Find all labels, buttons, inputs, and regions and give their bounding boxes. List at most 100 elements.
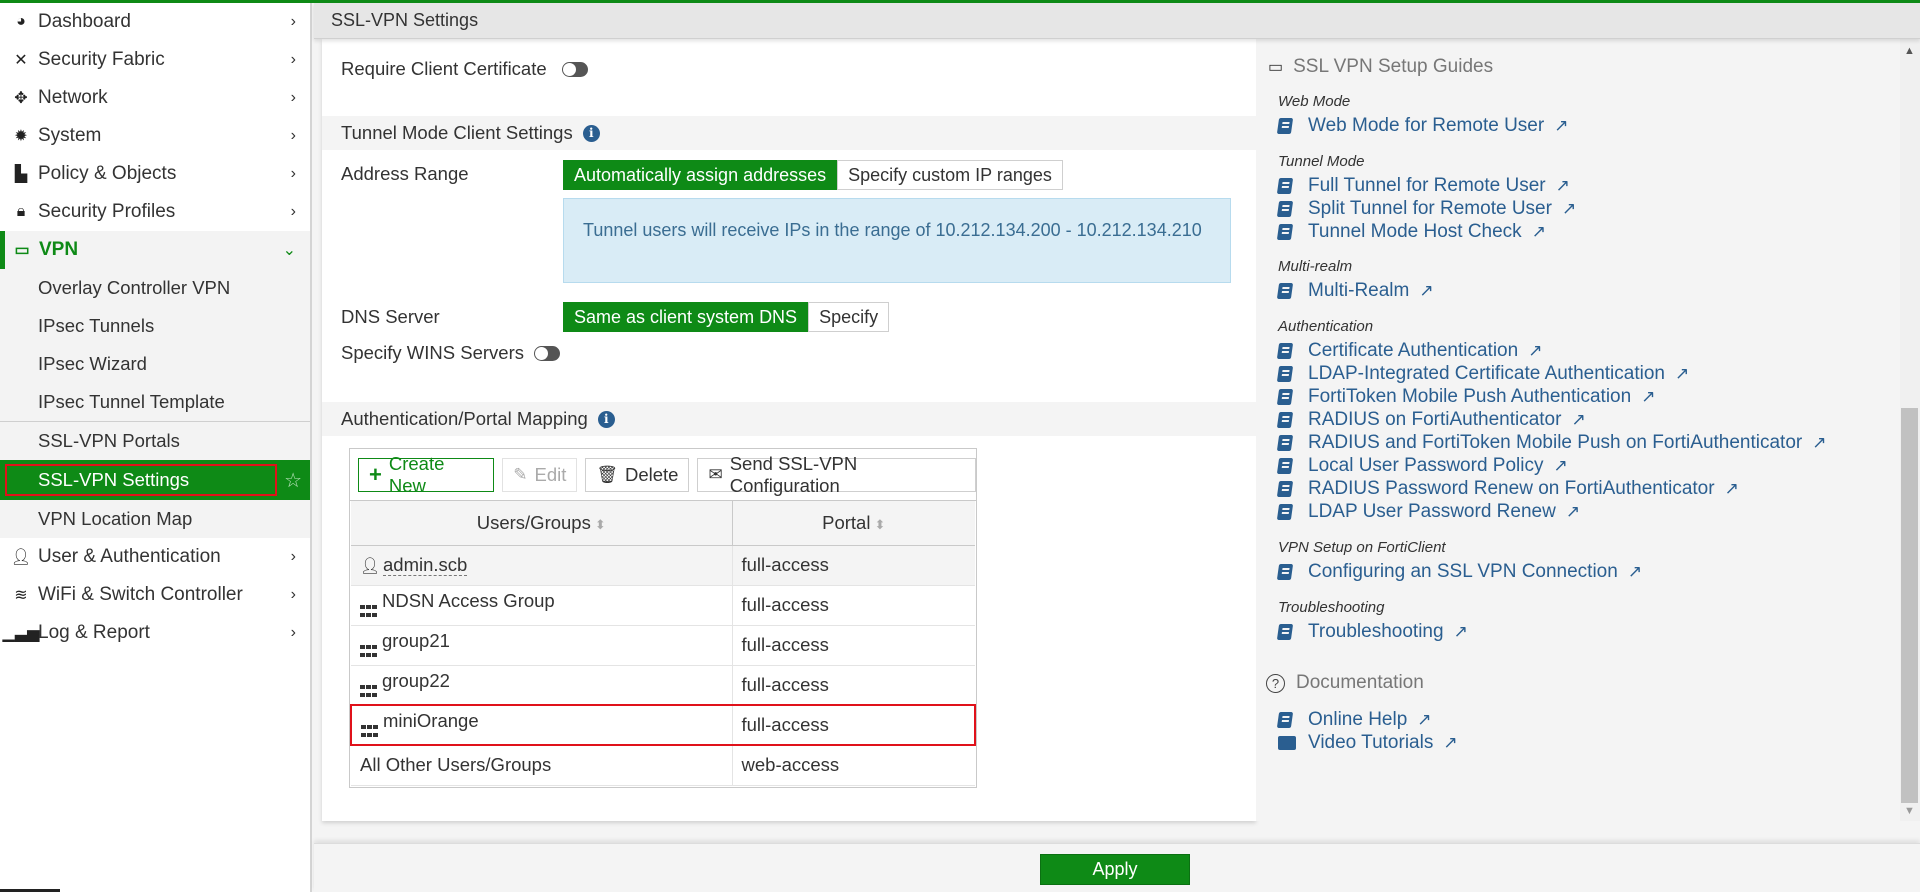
info-icon[interactable]: i — [597, 410, 615, 428]
group-icon — [361, 725, 378, 740]
table-row[interactable]: group22 full-access — [351, 665, 975, 706]
edit-button[interactable]: ✎ Edit — [502, 457, 578, 492]
sidebar-item-ipsec-wizard[interactable]: IPsec Wizard — [0, 345, 310, 383]
table-row[interactable]: NDSN Access Group full-access — [351, 585, 975, 626]
column-header-users-groups[interactable]: Users/Groups ⬍ — [351, 501, 733, 546]
sidebar-item-vpn-location-map[interactable]: VPN Location Map — [0, 500, 310, 538]
sidebar-item-label: Security Fabric — [38, 49, 165, 70]
vertical-scrollbar[interactable]: ▲ ▼ — [1900, 39, 1920, 821]
chevron-right-icon: › — [290, 89, 296, 106]
category-label: Troubleshooting — [1278, 599, 1385, 616]
scroll-down-arrow-icon[interactable]: ▼ — [1904, 805, 1915, 817]
sidebar-item-ipsec-tunnels[interactable]: IPsec Tunnels — [0, 307, 310, 345]
wifi-icon: ≋ — [14, 587, 28, 604]
option-auto-assign[interactable]: Automatically assign addresses — [563, 160, 838, 190]
guide-link[interactable]: Split Tunnel for Remote User ↗ — [1276, 198, 1576, 220]
sidebar-item-ssl-vpn-portals[interactable]: SSL-VPN Portals — [0, 422, 310, 460]
portal-value: full-access — [732, 665, 975, 706]
table-row-highlighted[interactable]: miniOrange full-access — [350, 704, 976, 746]
group-name: All Other Users/Groups — [351, 745, 733, 786]
guide-link[interactable]: RADIUS and FortiToken Mobile Push on For… — [1276, 432, 1826, 454]
delete-button[interactable]: 🗑︎ Delete — [585, 457, 690, 492]
guide-link[interactable]: Multi-Realm ↗ — [1276, 280, 1434, 302]
table-row[interactable]: All Other Users/Groups web-access — [351, 745, 975, 786]
sidebar-item-label: WiFi & Switch Controller — [38, 584, 243, 605]
guide-link[interactable]: Certificate Authentication ↗ — [1276, 340, 1543, 362]
sidebar-item-security-profiles[interactable]: 🔒︎ Security Profiles › — [0, 193, 310, 231]
send-ssl-vpn-config-button[interactable]: ✉ Send SSL-VPN Configuration — [697, 453, 976, 496]
wins-servers-toggle[interactable] — [534, 345, 560, 361]
external-link-icon: ↗ — [1528, 341, 1543, 360]
guide-link[interactable]: FortiToken Mobile Push Authentication ↗ — [1276, 386, 1655, 408]
button-label: Create New — [388, 452, 445, 496]
external-link-icon: ↗ — [1571, 410, 1586, 429]
sidebar-item-log-report[interactable]: ▁▃▅ Log & Report › — [0, 614, 310, 652]
pencil-icon: ✎ — [513, 464, 528, 484]
online-help-link[interactable]: Online Help ↗ — [1276, 709, 1432, 731]
sidebar-item-security-fabric[interactable]: ✕ Security Fabric › — [0, 41, 310, 79]
book-icon — [1276, 283, 1294, 299]
guide-link[interactable]: Configuring an SSL VPN Connection ↗ — [1276, 561, 1643, 583]
panel-title: Documentation — [1296, 672, 1424, 693]
sidebar-item-wifi-switch[interactable]: ≋ WiFi & Switch Controller › — [0, 576, 310, 614]
table-row[interactable]: group21 full-access — [351, 625, 975, 666]
group-icon — [360, 684, 377, 700]
guide-link[interactable]: Local User Password Policy ↗ — [1276, 455, 1568, 477]
sidebar-item-network[interactable]: ✥ Network › — [0, 79, 310, 117]
scroll-up-arrow-icon[interactable]: ▲ — [1904, 45, 1915, 57]
sidebar-item-policy-objects[interactable]: ▙ Policy & Objects › — [0, 155, 310, 193]
favorite-star-icon[interactable]: ☆ — [284, 468, 302, 493]
table-row[interactable]: 👤︎ admin.scb full-access — [351, 545, 975, 586]
external-link-icon: ↗ — [1627, 562, 1643, 581]
chevron-right-icon: › — [290, 165, 296, 182]
option-specify-dns[interactable]: Specify — [808, 302, 890, 332]
book-icon — [1276, 389, 1294, 405]
guide-link[interactable]: Web Mode for Remote User ↗ — [1276, 115, 1568, 137]
guide-link[interactable]: Full Tunnel for Remote User ↗ — [1276, 175, 1570, 197]
chevron-right-icon: › — [290, 51, 296, 68]
info-icon[interactable]: i — [582, 124, 600, 142]
link-text: Split Tunnel for Remote User — [1308, 198, 1552, 219]
external-link-icon: ↗ — [1724, 479, 1739, 498]
group-name: group21 — [382, 630, 450, 651]
column-header-portal[interactable]: Portal ⬍ — [732, 501, 975, 546]
guide-link[interactable]: RADIUS on FortiAuthenticator ↗ — [1276, 409, 1586, 431]
tunnel-mode-section-header: Tunnel Mode Client Settings i — [322, 116, 1256, 150]
book-icon — [1276, 624, 1294, 640]
create-new-button[interactable]: + Create New — [358, 453, 495, 496]
scrollbar-thumb[interactable] — [1901, 408, 1918, 803]
table-toolbar: + Create New ✎ Edit 🗑︎ Delete ✉ Send SSL… — [350, 449, 976, 501]
book-icon — [1276, 366, 1294, 382]
sidebar-item-vpn[interactable]: ▭ VPN ⌄ — [0, 231, 310, 269]
video-tutorials-link[interactable]: Video Tutorials ↗ — [1278, 732, 1458, 754]
external-link-icon: ↗ — [1453, 622, 1468, 641]
require-client-cert-row: Require Client Certificate — [341, 54, 588, 84]
sidebar-item-label: Network — [38, 87, 108, 108]
highlight-box: SSL-VPN Settings — [5, 464, 277, 496]
apply-button[interactable]: Apply — [1040, 854, 1190, 885]
sidebar-item-system[interactable]: ✹ System › — [0, 117, 310, 155]
sidebar-item-dashboard[interactable]: ◕ Dashboard › — [0, 3, 310, 41]
sidebar-item-label: VPN — [39, 239, 79, 260]
chevron-right-icon: › — [290, 586, 296, 603]
link-text: Multi-Realm — [1308, 280, 1410, 301]
option-same-as-client-dns[interactable]: Same as client system DNS — [563, 302, 809, 332]
panel-title: SSL VPN Setup Guides — [1293, 56, 1494, 77]
trash-icon: 🗑︎ — [596, 464, 618, 484]
guide-link[interactable]: LDAP User Password Renew ↗ — [1276, 501, 1580, 523]
link-text: Configuring an SSL VPN Connection — [1308, 561, 1618, 582]
book-icon — [1276, 564, 1294, 580]
sidebar-item-ipsec-tunnel-template[interactable]: IPsec Tunnel Template — [0, 383, 310, 421]
require-client-cert-toggle[interactable] — [561, 61, 588, 77]
sidebar-item-overlay-controller-vpn[interactable]: Overlay Controller VPN — [0, 269, 310, 307]
sidebar-item-user-authentication[interactable]: 👤︎ User & Authentication › — [0, 538, 310, 576]
guide-link[interactable]: LDAP-Integrated Certificate Authenticati… — [1276, 363, 1689, 385]
sidebar-item-ssl-vpn-settings[interactable]: SSL-VPN Settings ☆ — [0, 460, 310, 500]
guide-link[interactable]: RADIUS Password Renew on FortiAuthentica… — [1276, 478, 1739, 500]
guide-link[interactable]: Troubleshooting ↗ — [1276, 621, 1468, 643]
security-fabric-icon: ✕ — [14, 52, 28, 69]
guide-link[interactable]: Tunnel Mode Host Check ↗ — [1276, 221, 1546, 243]
option-custom-ip-ranges[interactable]: Specify custom IP ranges — [837, 160, 1063, 190]
setup-guides-panel: ▭ SSL VPN Setup Guides Web Mode Web Mode… — [1256, 39, 1900, 821]
network-icon: ✥ — [14, 90, 28, 107]
